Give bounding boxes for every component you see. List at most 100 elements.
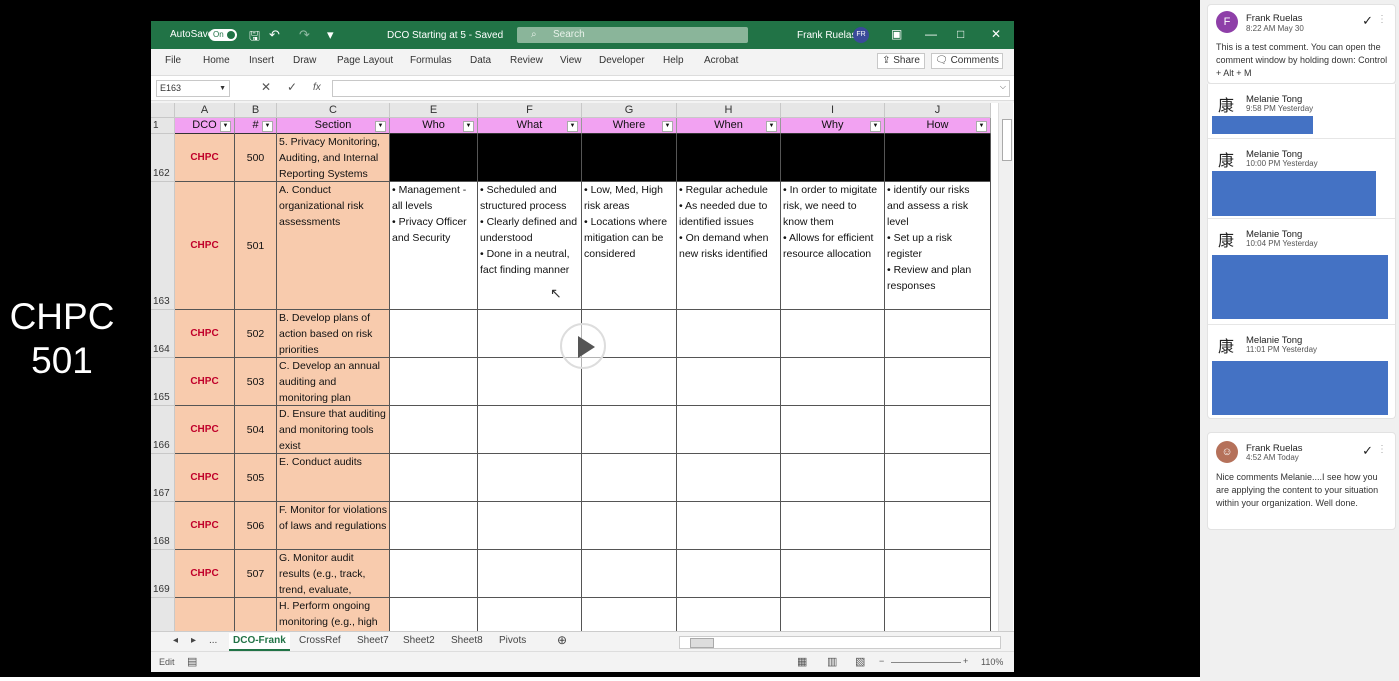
undo-icon[interactable]: ↶: [269, 27, 280, 43]
header-cell-section[interactable]: Section ▼: [277, 118, 390, 134]
table-cell-how[interactable]: [885, 454, 991, 502]
tab-sheet8[interactable]: Sheet8: [451, 635, 483, 646]
comment-thread-1[interactable]: F Frank Ruelas 8:22 AM May 30 ✓ ⋮ This i…: [1207, 4, 1396, 84]
table-cell-where[interactable]: [582, 550, 677, 598]
table-cell-dco[interactable]: CHPC: [175, 310, 235, 358]
tab-pivots[interactable]: Pivots: [499, 635, 526, 646]
accessibility-icon[interactable]: ▤: [187, 655, 197, 668]
redo-icon[interactable]: ↷: [299, 27, 310, 43]
column-header-c[interactable]: C: [277, 103, 390, 118]
cancel-icon[interactable]: ✕: [261, 80, 271, 94]
insert-function-icon[interactable]: fx: [313, 82, 321, 93]
menu-draw[interactable]: Draw: [293, 55, 316, 66]
customize-icon[interactable]: ▾: [327, 27, 334, 43]
menu-view[interactable]: View: [560, 55, 582, 66]
table-cell-where[interactable]: [582, 598, 677, 633]
zoom-out-icon[interactable]: −: [879, 656, 884, 666]
table-cell-who[interactable]: [390, 134, 478, 182]
table-cell-who[interactable]: [390, 406, 478, 454]
more-options-icon[interactable]: ⋮: [1377, 14, 1387, 25]
table-cell-dco[interactable]: CHPC: [175, 134, 235, 182]
menu-help[interactable]: Help: [663, 55, 684, 66]
formula-input[interactable]: ⌵: [332, 80, 1010, 97]
tab-scroll-left-icon[interactable]: ◂: [173, 635, 178, 646]
menu-page-layout[interactable]: Page Layout: [337, 55, 393, 66]
header-cell-who[interactable]: Who ▼: [390, 118, 478, 134]
table-cell-num[interactable]: 507: [235, 550, 277, 598]
table-cell-where[interactable]: [582, 454, 677, 502]
autosave-toggle[interactable]: On: [209, 29, 237, 41]
table-cell-how[interactable]: [885, 134, 991, 182]
tab-sheet7[interactable]: Sheet7: [357, 635, 389, 646]
resolve-check-icon[interactable]: ✓: [1362, 13, 1373, 29]
horizontal-scroll-thumb[interactable]: [690, 638, 714, 648]
tab-dco-frank[interactable]: DCO-Frank: [229, 633, 290, 651]
table-cell-where[interactable]: [582, 358, 677, 406]
table-cell-what[interactable]: [478, 502, 582, 550]
name-box[interactable]: E163 ▼: [156, 80, 230, 97]
add-sheet-icon[interactable]: ⊕: [557, 633, 567, 647]
table-cell-num[interactable]: 502: [235, 310, 277, 358]
header-cell-why[interactable]: Why ▼: [781, 118, 885, 134]
table-cell-section[interactable]: 5. Privacy Monitoring, Auditing, and Int…: [277, 134, 390, 182]
table-cell-why[interactable]: [781, 454, 885, 502]
table-cell-section[interactable]: A. Conduct organizational risk assessmen…: [277, 182, 390, 310]
table-cell-how[interactable]: [885, 358, 991, 406]
table-cell-why[interactable]: [781, 310, 885, 358]
tab-sheet2[interactable]: Sheet2: [403, 635, 435, 646]
column-header-h[interactable]: H: [677, 103, 781, 118]
row-header[interactable]: 167: [151, 454, 175, 502]
table-cell-how[interactable]: • identify our risks and assess a risk l…: [885, 182, 991, 310]
select-all-corner[interactable]: [151, 103, 175, 118]
table-cell-section[interactable]: D. Ensure that auditing and monitoring t…: [277, 406, 390, 454]
zoom-in-icon[interactable]: +: [963, 656, 968, 666]
column-header-g[interactable]: G: [582, 103, 677, 118]
table-cell-why[interactable]: [781, 406, 885, 454]
table-cell-why[interactable]: • In order to migitate risk, we need to …: [781, 182, 885, 310]
table-cell-where[interactable]: • Low, Med, High risk areas • Locations …: [582, 182, 677, 310]
column-header-f[interactable]: F: [478, 103, 582, 118]
page-break-view-icon[interactable]: ▧: [855, 655, 865, 668]
table-cell-where[interactable]: [582, 406, 677, 454]
table-cell-num[interactable]: 503: [235, 358, 277, 406]
table-cell-dco[interactable]: CHPC: [175, 182, 235, 310]
table-cell-how[interactable]: [885, 598, 991, 633]
column-header-a[interactable]: A: [175, 103, 235, 118]
column-header-b[interactable]: B: [235, 103, 277, 118]
menu-developer[interactable]: Developer: [599, 55, 645, 66]
zoom-slider[interactable]: [891, 662, 961, 663]
table-cell-who[interactable]: [390, 310, 478, 358]
header-cell-what[interactable]: What ▼: [478, 118, 582, 134]
column-header-e[interactable]: E: [390, 103, 478, 118]
menu-review[interactable]: Review: [510, 55, 543, 66]
table-cell-why[interactable]: [781, 550, 885, 598]
header-cell-how[interactable]: How ▼: [885, 118, 991, 134]
menu-acrobat[interactable]: Acrobat: [704, 55, 738, 66]
normal-view-icon[interactable]: ▦: [797, 655, 807, 668]
share-button[interactable]: ⇪ Share: [877, 53, 925, 69]
more-options-icon[interactable]: ⋮: [1377, 444, 1387, 455]
expand-formula-icon[interactable]: ⌵: [1000, 82, 1006, 92]
table-cell-why[interactable]: [781, 358, 885, 406]
ribbon-display-icon[interactable]: ▣: [891, 27, 902, 41]
table-cell-who[interactable]: [390, 358, 478, 406]
table-cell-when[interactable]: [677, 406, 781, 454]
table-cell-section[interactable]: F. Monitor for violations of laws and re…: [277, 502, 390, 550]
chevron-down-icon[interactable]: ▼: [216, 81, 226, 96]
tab-scroll-right-icon[interactable]: ▸: [191, 635, 196, 646]
table-cell-dco[interactable]: CHPC: [175, 358, 235, 406]
comment-thread-2[interactable]: ☺ Frank Ruelas 4:52 AM Today ✓ ⋮ Nice co…: [1207, 432, 1396, 530]
table-cell-section[interactable]: B. Develop plans of action based on risk…: [277, 310, 390, 358]
menu-formulas[interactable]: Formulas: [410, 55, 452, 66]
menu-data[interactable]: Data: [470, 55, 491, 66]
table-cell-where[interactable]: [582, 502, 677, 550]
vertical-scroll-thumb[interactable]: [1002, 119, 1012, 161]
table-cell-when[interactable]: [677, 502, 781, 550]
tab-crossref[interactable]: CrossRef: [299, 635, 341, 646]
table-cell-who[interactable]: [390, 550, 478, 598]
reply-3[interactable]: 康 Melanie Tong 10:04 PM Yesterday: [1208, 218, 1395, 325]
table-cell-section[interactable]: H. Perform ongoing monitoring (e.g., hig…: [277, 598, 390, 633]
table-cell-dco[interactable]: CHPC: [175, 550, 235, 598]
menu-file[interactable]: File: [165, 55, 181, 66]
horizontal-scrollbar[interactable]: [679, 636, 1001, 649]
